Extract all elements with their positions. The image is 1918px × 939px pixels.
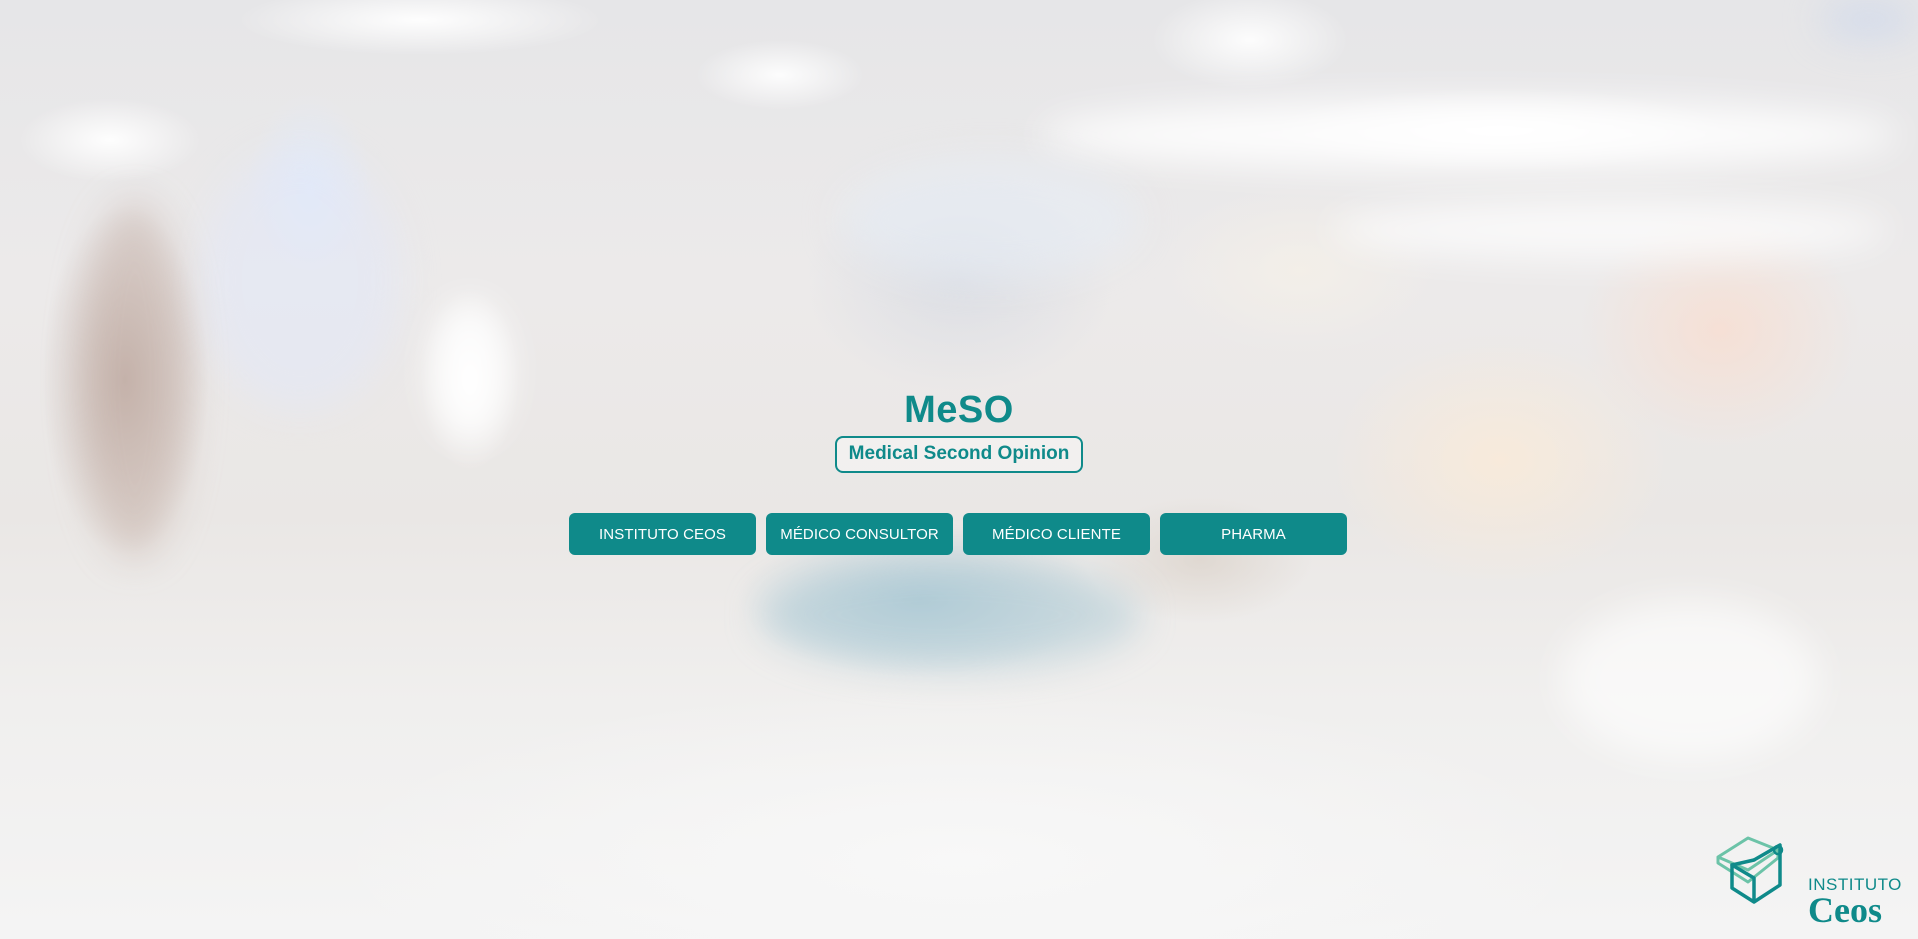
profile-selector: INSTITUTO CEOS MÉDICO CONSULTOR MÉDICO C… (569, 513, 1347, 555)
app-subtitle: Medical Second Opinion (848, 443, 1070, 464)
instituto-ceos-logo: INSTITUTO Ceos (1712, 830, 1908, 930)
subtitle-badge: Medical Second Opinion (834, 436, 1084, 473)
instituto-ceos-button[interactable]: INSTITUTO CEOS (569, 513, 756, 555)
medico-cliente-button[interactable]: MÉDICO CLIENTE (963, 513, 1150, 555)
medico-consultor-button[interactable]: MÉDICO CONSULTOR (766, 513, 953, 555)
cube-logo-icon (1716, 836, 1784, 904)
hero-heading: MeSO Medical Second Opinion (0, 388, 1918, 473)
pharma-button[interactable]: PHARMA (1160, 513, 1347, 555)
logo-text-ceos: Ceos (1808, 890, 1882, 930)
app-title: MeSO (904, 389, 1014, 431)
